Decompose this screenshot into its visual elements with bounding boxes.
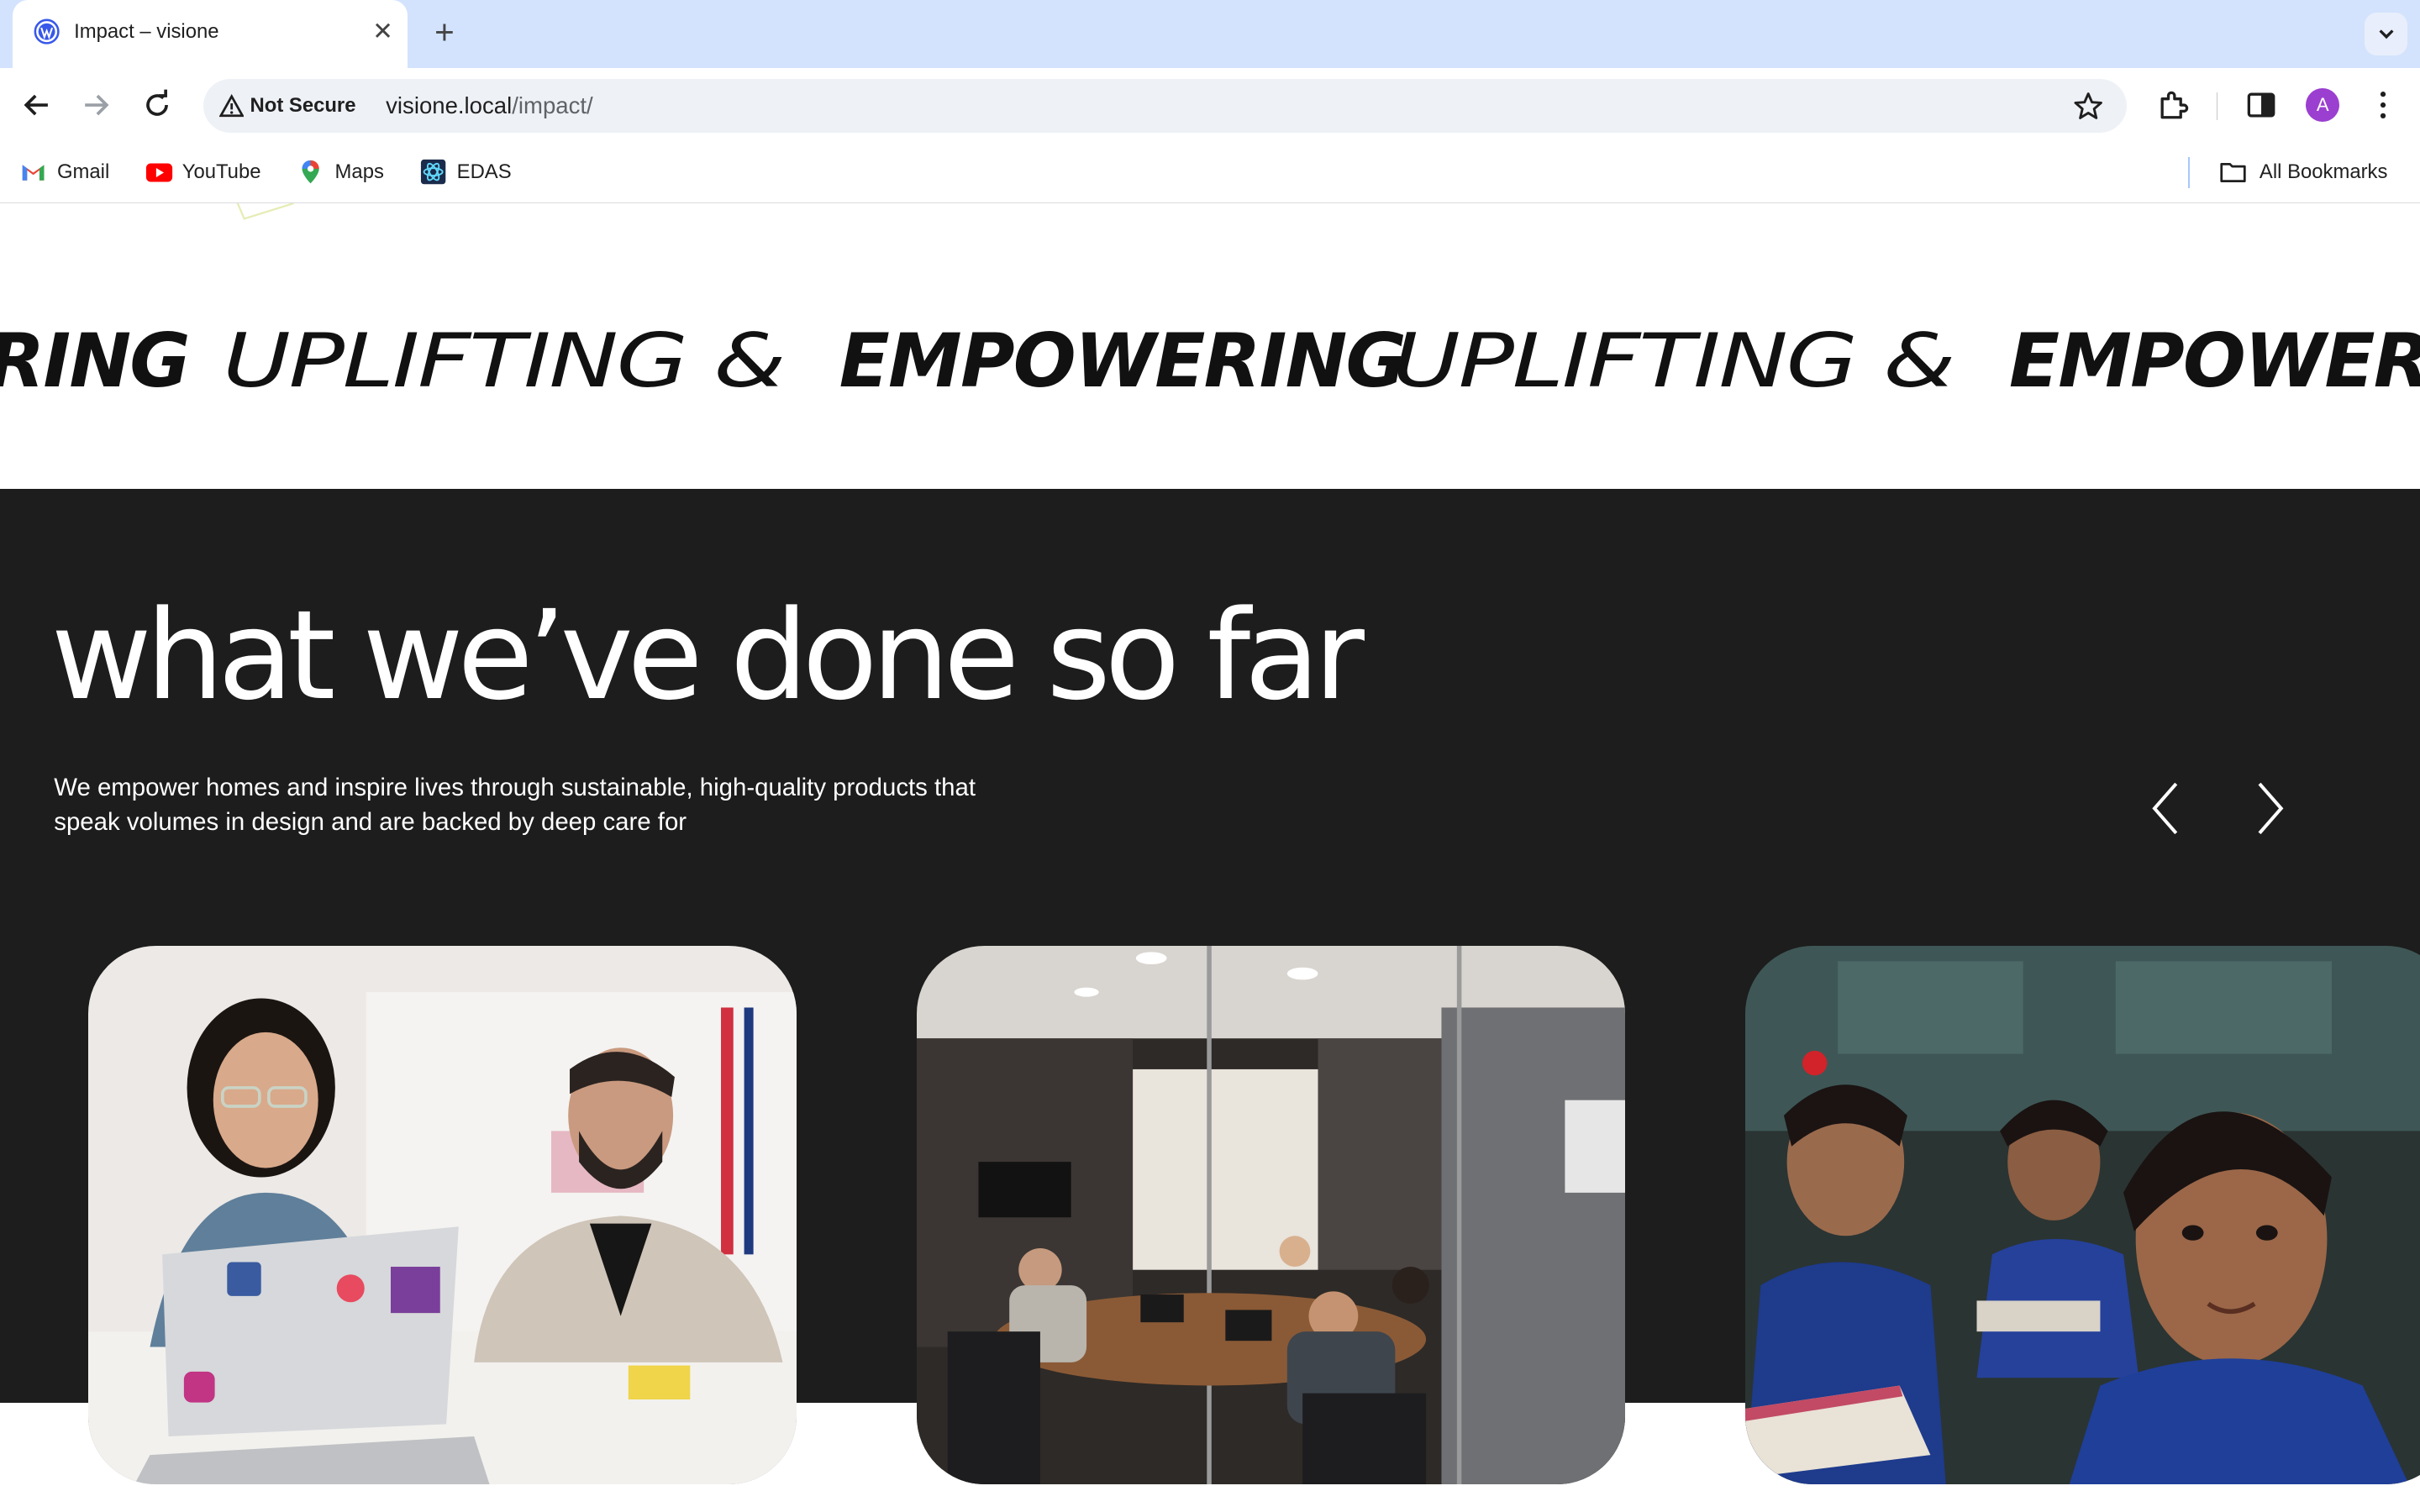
tab-strip: Impact – visione ✕ + (0, 0, 2420, 68)
extensions-icon[interactable] (2154, 87, 2191, 123)
carousel-prev-button[interactable] (2136, 774, 2197, 843)
two-colleagues-at-table-photo (87, 945, 797, 1484)
bookmark-star-icon[interactable] (2071, 90, 2105, 123)
url-host: visione.local (386, 92, 513, 119)
impact-card[interactable] (1745, 945, 2420, 1484)
browser-toolbar: Not Secure visione.local/impact/ A (0, 67, 2420, 142)
new-tab-button[interactable]: + (426, 15, 463, 52)
glass-conference-room-meeting-photo (916, 945, 1626, 1484)
youtube-icon (145, 159, 172, 185)
tab-close-icon[interactable]: ✕ (367, 17, 398, 48)
reload-button[interactable] (139, 87, 176, 123)
maps-icon (297, 159, 324, 185)
chevron-left-icon (2152, 782, 2178, 835)
address-bar[interactable]: Not Secure visione.local/impact/ (203, 78, 2127, 133)
edas-icon (420, 159, 446, 185)
profile-avatar[interactable]: A (2306, 87, 2340, 123)
schoolgirls-reading-classroom-photo (1745, 945, 2420, 1484)
more-menu-icon[interactable] (2365, 87, 2402, 123)
bookmark-maps[interactable]: Maps (297, 157, 390, 188)
forward-button[interactable] (77, 87, 114, 123)
url-path: /impact/ (512, 92, 593, 119)
bookmark-label: Maps (334, 160, 384, 183)
security-chip[interactable]: Not Secure (210, 85, 365, 127)
bookmark-edas[interactable]: EDAS (420, 157, 516, 188)
all-bookmarks-label: All Bookmarks (2259, 160, 2388, 183)
url-text[interactable]: visione.local/impact/ (386, 92, 593, 119)
bookmark-label: Gmail (56, 160, 110, 183)
toolbar-divider (2216, 92, 2218, 121)
marquee-text: UPLIFTING & (223, 318, 786, 404)
side-panel-icon[interactable] (2243, 87, 2280, 123)
bookmark-label: EDAS (456, 160, 512, 183)
tab-search-button[interactable] (2364, 12, 2408, 56)
tab-impact[interactable]: Impact – visione ✕ (12, 0, 408, 68)
security-label: Not Secure (250, 94, 356, 118)
marquee-text: RING (0, 318, 191, 404)
gmail-icon (20, 159, 46, 185)
reload-icon (146, 89, 169, 116)
warning-icon (218, 94, 245, 118)
page-viewport: RING UPLIFTING & EMPOWERING UPLIFTING & … (0, 203, 2420, 1504)
marquee-banner: RING UPLIFTING & EMPOWERING UPLIFTING & … (0, 312, 2420, 420)
carousel-next-button[interactable] (2241, 774, 2302, 843)
marquee-text: EMPOWERING (839, 318, 1407, 404)
tab-title: Impact – visione (74, 19, 219, 43)
bookmarks-divider (2188, 157, 2191, 189)
folder-icon (2219, 159, 2246, 185)
section-description: We empower homes and inspire lives throu… (54, 774, 976, 836)
bookmark-youtube[interactable]: YouTube (145, 157, 269, 188)
bookmark-gmail[interactable]: Gmail (20, 157, 119, 188)
marquee-text: UPLIFTING & (1392, 318, 1955, 404)
forward-arrow-icon (85, 94, 109, 116)
back-arrow-icon (24, 94, 48, 116)
impact-card[interactable] (87, 945, 797, 1484)
bookmarks-bar: Gmail YouTube Maps EDAS All Bookmarks (0, 141, 2420, 203)
back-button[interactable] (18, 87, 55, 123)
decorative-outline-shape (236, 203, 294, 221)
chevron-right-icon (2258, 782, 2284, 835)
section-heading: what we’ve done so far (50, 583, 1365, 727)
all-bookmarks-button[interactable]: All Bookmarks (2219, 157, 2404, 188)
wordpress-icon (34, 18, 60, 45)
marquee-track: RING UPLIFTING & EMPOWERING UPLIFTING & … (0, 312, 2420, 411)
bookmark-label: YouTube (182, 160, 261, 183)
marquee-text: EMPOWER (2008, 318, 2420, 404)
chevron-down-icon (2379, 29, 2394, 39)
impact-card[interactable] (916, 945, 1626, 1484)
